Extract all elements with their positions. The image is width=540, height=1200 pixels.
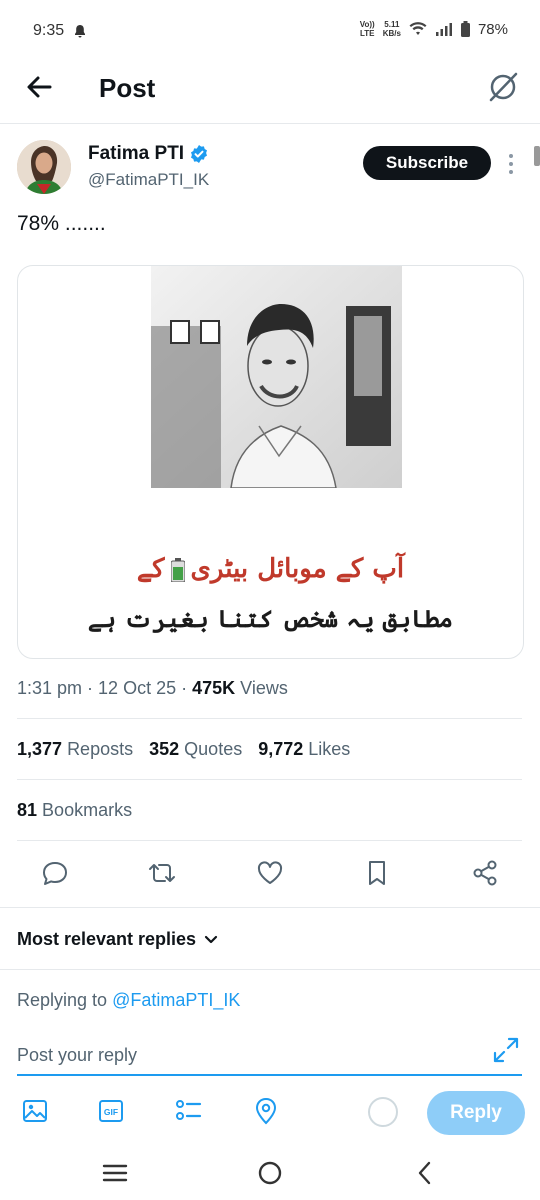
likes-stat[interactable]: 9,772 Likes <box>258 739 350 760</box>
network-speed: 5.11 KB/s <box>382 20 401 38</box>
bookmarks-divider <box>17 840 522 841</box>
recent-apps-icon[interactable] <box>100 1158 130 1188</box>
replies-sort-dropdown[interactable]: Most relevant replies <box>17 929 218 950</box>
back-icon[interactable] <box>410 1158 440 1188</box>
replying-handle-link[interactable]: @FatimaPTI_IK <box>112 990 240 1010</box>
reply-button[interactable]: Reply <box>427 1091 525 1135</box>
meta-divider <box>17 718 522 719</box>
battery-emoji-icon <box>170 558 185 582</box>
reposts-stat[interactable]: 1,377 Reposts <box>17 739 133 760</box>
status-right: Vo)) LTE 5.11 KB/s 78% <box>360 20 508 38</box>
heart-icon[interactable] <box>255 858 285 888</box>
comment-icon[interactable] <box>40 858 70 888</box>
post-timestamp: 1:31 pm · 12 Oct 25 · 475K Views <box>17 678 288 698</box>
svg-text:GIF: GIF <box>104 1107 118 1117</box>
engagement-stats: 1,377 Reposts 352 Quotes 9,772 Likes <box>17 739 350 760</box>
post-text: 78% ....... <box>17 212 106 235</box>
author-name-text: Fatima PTI <box>88 143 185 164</box>
bell-icon <box>75 25 85 38</box>
bookmarks-stat[interactable]: 81 Bookmarks <box>17 800 132 821</box>
arrow-left-icon[interactable] <box>22 70 56 104</box>
expand-icon[interactable] <box>490 1034 522 1066</box>
bookmark-icon[interactable] <box>362 858 392 888</box>
poll-icon[interactable] <box>174 1096 204 1126</box>
author-name[interactable]: Fatima PTI <box>88 143 209 165</box>
home-icon[interactable] <box>255 1158 285 1188</box>
action-bar <box>0 858 540 894</box>
replies-sort-label: Most relevant replies <box>17 929 197 949</box>
image-caption-line1: آپ کے موبائل بیٹریکے <box>136 554 405 584</box>
more-icon[interactable] <box>506 152 516 176</box>
share-icon[interactable] <box>470 858 500 888</box>
scroll-indicator <box>534 146 540 166</box>
sketch-portrait <box>151 266 402 488</box>
wifi-icon <box>409 22 427 35</box>
post-image[interactable]: آپ کے موبائل بیٹریکے مطابق یہ شخص کتنا ب… <box>17 265 524 659</box>
page-title: Post <box>99 73 156 103</box>
repost-icon[interactable] <box>147 858 177 888</box>
character-count-ring <box>368 1097 398 1127</box>
chevron-down-icon <box>204 935 218 943</box>
gif-icon[interactable]: GIF <box>96 1096 126 1126</box>
actions-divider <box>0 907 540 908</box>
verified-icon <box>191 145 208 163</box>
stats-divider <box>17 779 522 780</box>
location-icon[interactable] <box>251 1096 281 1126</box>
replies-divider <box>0 969 540 970</box>
status-time: 9:35 <box>33 22 65 39</box>
quotes-stat[interactable]: 352 Quotes <box>149 739 242 760</box>
reply-input[interactable] <box>17 1036 522 1076</box>
signal-icon <box>435 23 452 36</box>
avatar[interactable] <box>17 140 71 194</box>
avatar-image <box>17 140 71 194</box>
author-handle[interactable]: @FatimaPTI_IK <box>88 170 209 190</box>
grok-icon[interactable] <box>486 70 520 104</box>
system-nav-bar <box>0 1150 540 1200</box>
status-bar: 9:35 Vo)) LTE 5.11 KB/s 78% <box>0 0 540 62</box>
image-caption-line2: مطابق یہ شخص کتنا بغیرت ہے <box>87 604 454 633</box>
volte-indicator: Vo)) LTE <box>359 20 375 38</box>
header-divider <box>0 123 540 124</box>
battery-percent: 78% <box>477 20 508 38</box>
image-icon[interactable] <box>20 1096 50 1126</box>
battery-icon <box>460 21 470 37</box>
replying-to: Replying to @FatimaPTI_IK <box>17 990 241 1010</box>
subscribe-button[interactable]: Subscribe <box>363 146 491 180</box>
